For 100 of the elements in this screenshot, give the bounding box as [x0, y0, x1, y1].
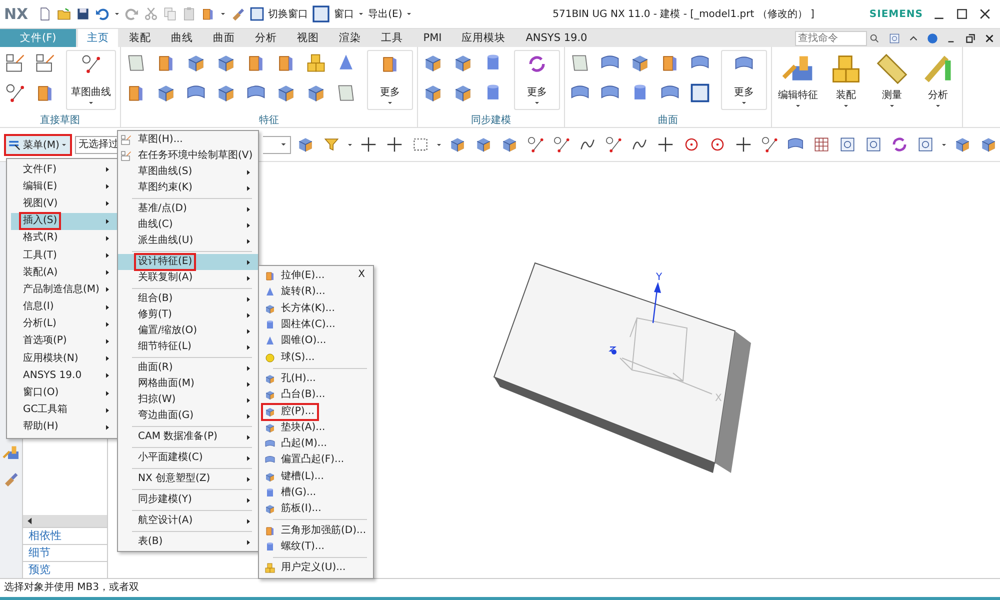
plus-icon[interactable]: [656, 135, 675, 154]
frame-icon[interactable]: [864, 135, 883, 154]
menu-item[interactable]: 凸起(M)...: [259, 436, 373, 452]
menu-item[interactable]: 槽(G)...: [259, 484, 373, 502]
menu-item[interactable]: 关联复制(A): [118, 270, 258, 286]
line-icon[interactable]: [760, 135, 779, 154]
menu-item[interactable]: 拉伸(E)...: [259, 268, 351, 284]
wrench-icon[interactable]: [2, 444, 20, 462]
menu-item[interactable]: 网格曲面(M): [118, 376, 258, 392]
menu-item[interactable]: 基准/点(D): [118, 201, 258, 217]
menu-item[interactable]: 细节特征(L): [118, 339, 258, 355]
window-icon[interactable]: [311, 4, 332, 24]
folder-icon[interactable]: [56, 6, 72, 22]
refresh-icon[interactable]: [890, 135, 909, 154]
menu-item[interactable]: 视图(V): [7, 195, 117, 213]
menu-item[interactable]: 垫块(A)...: [259, 420, 373, 436]
ribbon-button[interactable]: 更多: [721, 50, 767, 110]
menu-item[interactable]: 设计特征(E): [118, 254, 258, 270]
menu-item[interactable]: 文件(F): [7, 161, 117, 178]
ribbon-tab[interactable]: 装配: [120, 29, 160, 47]
menu-item[interactable]: 组合(B): [118, 291, 258, 307]
window-icon[interactable]: [249, 6, 266, 22]
cubes-icon[interactable]: [305, 52, 327, 74]
menu-item[interactable]: CAM 数据准备(P): [118, 429, 258, 445]
close-icon[interactable]: [978, 7, 992, 21]
menu-item[interactable]: 航空设计(A): [118, 513, 258, 529]
menu-item[interactable]: 格式(R): [7, 230, 117, 247]
plane-icon[interactable]: [335, 82, 357, 104]
menu-item[interactable]: 在任务环境中绘制草图(V): [118, 148, 258, 164]
search-field[interactable]: 查找命令: [795, 30, 867, 46]
menu-item[interactable]: 键槽(L)...: [259, 468, 373, 485]
menu-item[interactable]: ANSYS 19.0: [7, 367, 117, 384]
frame-icon[interactable]: [888, 32, 901, 44]
menu-item[interactable]: 偏置凸起(F)...: [259, 452, 373, 469]
navigator-panel[interactable]: 细节: [22, 544, 107, 561]
restore-icon[interactable]: [964, 32, 977, 44]
ribbon-tab[interactable]: ANSYS 19.0: [516, 29, 596, 47]
menu-item[interactable]: 草图(H)...: [118, 132, 258, 148]
line-icon[interactable]: [526, 135, 545, 154]
ribbon-tab[interactable]: 工具: [372, 29, 412, 47]
ribbon-button[interactable]: 更多: [514, 50, 560, 110]
ribbon-button[interactable]: 分析: [918, 50, 958, 112]
frame-icon[interactable]: [916, 135, 935, 154]
menu-item[interactable]: 草图曲线(S): [118, 164, 258, 180]
ribbon-button[interactable]: 装配: [826, 50, 866, 112]
switch-window-button[interactable]: 切换窗口: [268, 7, 308, 21]
menu-item[interactable]: NX 创意塑型(Z): [118, 471, 258, 487]
ribbon-tab[interactable]: 应用模块: [452, 29, 515, 47]
grid-icon[interactable]: [812, 135, 831, 154]
ribbon-button[interactable]: 测量: [872, 50, 912, 112]
plus-icon[interactable]: [359, 135, 378, 154]
ribbon-button[interactable]: 编辑特征: [776, 50, 820, 112]
menu-item[interactable]: 用户定义(U)...: [259, 560, 373, 576]
menu-item[interactable]: 表(B): [118, 534, 258, 550]
window-icon[interactable]: [689, 82, 711, 104]
menu-item[interactable]: 分析(L): [7, 316, 117, 333]
menu-item[interactable]: 孔(H)...: [259, 370, 373, 388]
sketch-icon[interactable]: [4, 52, 26, 74]
undo-icon[interactable]: [94, 6, 110, 22]
menu-item[interactable]: 扫掠(W): [118, 392, 258, 408]
ribbon-button[interactable]: 草图曲线: [66, 50, 116, 110]
menu-item[interactable]: 圆锥(O)...: [259, 333, 373, 350]
menu-item[interactable]: 草图约束(K): [118, 180, 258, 196]
brush-icon[interactable]: [230, 6, 246, 22]
menu-item[interactable]: 修剪(T): [118, 307, 258, 323]
menu-item[interactable]: 帮助(H): [7, 418, 117, 436]
scroll-left-icon[interactable]: [26, 517, 34, 525]
menu-item[interactable]: 螺纹(T)...: [259, 538, 373, 556]
plus-icon[interactable]: [385, 135, 404, 154]
menu-item[interactable]: 曲线(C): [118, 217, 258, 233]
menu-item[interactable]: 同步建模(Y): [118, 492, 258, 508]
menu-item[interactable]: 凸台(B)...: [259, 387, 373, 404]
sketch-icon[interactable]: [34, 52, 56, 74]
menu-item[interactable]: 小平面建模(C): [118, 450, 258, 466]
menu-item[interactable]: 窗口(O): [7, 384, 117, 402]
save-icon[interactable]: [75, 6, 92, 22]
line-icon[interactable]: [604, 135, 623, 154]
maximize-icon[interactable]: [955, 7, 969, 21]
menu-item[interactable]: 曲面(R): [118, 360, 258, 376]
ribbon-tab[interactable]: 曲面: [204, 29, 244, 47]
menu-item[interactable]: 工具(T): [7, 246, 117, 264]
menu-item[interactable]: 编辑(E): [7, 178, 117, 196]
close-button[interactable]: X: [358, 269, 365, 280]
menu-item[interactable]: 球(S)...: [259, 349, 373, 366]
plane-icon[interactable]: [569, 52, 591, 74]
line-icon[interactable]: [552, 135, 571, 154]
menu-item[interactable]: 装配(A): [7, 264, 117, 282]
menu-item[interactable]: 长方体(K)...: [259, 300, 373, 317]
menu-item[interactable]: 首选项(P): [7, 332, 117, 350]
menu-item[interactable]: 弯边曲面(G): [118, 408, 258, 424]
scrollbar[interactable]: [22, 515, 107, 527]
search-icon[interactable]: [869, 32, 880, 44]
menu-item[interactable]: 筋板(I)...: [259, 501, 373, 518]
menu-item[interactable]: 圆柱体(C)...: [259, 316, 373, 334]
ribbon-tab[interactable]: PMI: [414, 29, 451, 47]
ribbon-tab[interactable]: 渲染: [330, 29, 370, 47]
menu-item[interactable]: 旋转(R)...: [259, 284, 373, 301]
menu-item[interactable]: GC工具箱: [7, 402, 117, 419]
frame-icon[interactable]: [838, 135, 857, 154]
plus-icon[interactable]: [734, 135, 753, 154]
